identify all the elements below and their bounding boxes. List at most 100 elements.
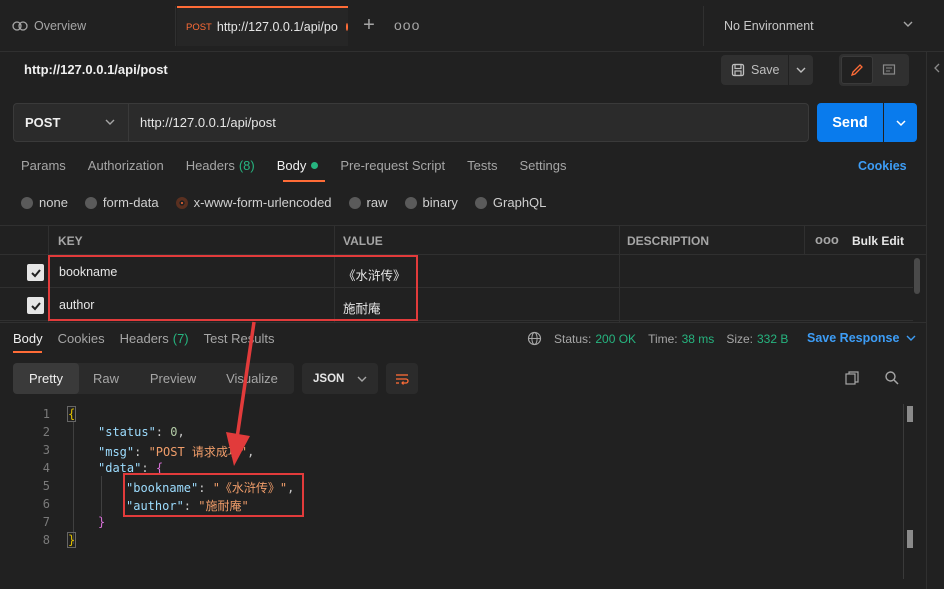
radio-raw-label: raw <box>366 195 388 210</box>
radio-raw[interactable]: raw <box>348 195 388 210</box>
line-number: 7 <box>42 515 50 529</box>
request-title[interactable]: http://127.0.0.1/api/post <box>24 62 168 77</box>
radio-binary[interactable]: binary <box>404 195 458 210</box>
docs-mode-button[interactable] <box>873 56 905 84</box>
body-type-radios: none form-data x-www-form-urlencoded raw… <box>21 195 563 210</box>
new-tab-plus-icon[interactable]: + <box>358 14 380 36</box>
table-more-icon[interactable]: ooo <box>815 232 839 247</box>
radio-graphql-label: GraphQL <box>492 195 547 210</box>
table-scrollbar[interactable] <box>914 258 920 294</box>
tab-settings[interactable]: Settings <box>519 158 566 173</box>
headers-count: (8) <box>238 158 255 173</box>
line-number: 6 <box>42 497 50 511</box>
body-active-dot-icon <box>311 162 319 169</box>
resp-headers-label: Headers <box>119 331 169 346</box>
tab-pre-request-script[interactable]: Pre-request Script <box>340 158 445 173</box>
row-checkbox[interactable] <box>27 297 44 314</box>
tab-tests[interactable]: Tests <box>467 158 497 173</box>
chevron-left-icon[interactable] <box>932 62 942 74</box>
code-inner-close: } <box>98 515 106 529</box>
resp-tab-body[interactable]: Body <box>13 331 43 346</box>
line-number: 4 <box>42 461 50 475</box>
code-open-brace: { <box>66 406 77 422</box>
view-preview[interactable]: Preview <box>133 363 213 394</box>
tab-body-label: Body <box>276 158 307 173</box>
edit-mode-button[interactable] <box>841 56 873 84</box>
edit-docs-toggle <box>839 54 909 86</box>
line-number: 2 <box>42 425 50 439</box>
size-label: Size: <box>726 331 753 346</box>
code-scrollbar-thumb[interactable] <box>907 530 913 548</box>
status-label: Status: <box>554 331 592 346</box>
radio-none[interactable]: none <box>21 195 68 210</box>
save-button[interactable]: Save <box>721 55 813 85</box>
radio-urlencoded-label: x-www-form-urlencoded <box>193 195 332 210</box>
globe-icon[interactable] <box>527 331 542 346</box>
chevron-down-icon <box>895 119 906 126</box>
column-description: DESCRIPTION <box>627 234 710 248</box>
radio-urlencoded[interactable]: x-www-form-urlencoded <box>175 195 332 210</box>
radio-graphql[interactable]: GraphQL <box>474 195 547 210</box>
line-number: 1 <box>42 407 50 421</box>
url-input[interactable] <box>129 103 809 142</box>
save-response-button[interactable]: Save Response <box>807 331 917 345</box>
code-status-key: "status" <box>98 425 156 439</box>
environment-label: No Environment <box>724 19 814 33</box>
unsaved-dot-icon <box>345 23 348 31</box>
indent-guide <box>101 476 102 516</box>
search-icon[interactable] <box>884 370 900 389</box>
body-tab-underline <box>283 180 325 182</box>
send-button[interactable]: Send <box>817 103 883 142</box>
wrap-lines-button[interactable] <box>386 363 418 394</box>
code-msg-key: "msg" <box>98 445 135 459</box>
radio-circle <box>348 196 361 209</box>
code-line-status: "status": 0, <box>98 425 185 439</box>
tab-more-icon[interactable]: ooo <box>394 14 420 36</box>
checkmark-icon <box>30 268 41 277</box>
bulk-edit-button[interactable]: Bulk Edit <box>852 234 904 248</box>
code-scrollbar-thumb[interactable] <box>907 406 913 422</box>
column-key: KEY <box>58 234 83 248</box>
copy-icon[interactable] <box>844 370 860 389</box>
method-label: POST <box>25 115 61 130</box>
tab-overview[interactable]: Overview <box>0 6 176 46</box>
radio-form-data[interactable]: form-data <box>84 195 159 210</box>
pencil-icon <box>850 64 863 77</box>
time-value: 38 ms <box>681 331 715 346</box>
size-value: 332 B <box>757 331 789 346</box>
tab-request-label: http://127.0.0.1/api/po <box>216 20 338 34</box>
request-tabs: Params Authorization Headers (8) Body Pre… <box>21 158 588 173</box>
tab-params[interactable]: Params <box>21 158 66 173</box>
save-dropdown[interactable] <box>789 64 813 76</box>
format-label: JSON <box>313 372 345 385</box>
save-button-label: Save <box>751 63 780 77</box>
radio-circle <box>21 196 33 209</box>
chevron-down-icon <box>796 67 806 73</box>
radio-circle <box>474 196 487 209</box>
cookies-link[interactable]: Cookies <box>858 159 907 173</box>
view-pretty[interactable]: Pretty <box>13 363 79 394</box>
tab-method-label: POST <box>186 21 212 33</box>
resp-tab-cookies[interactable]: Cookies <box>58 331 105 346</box>
radio-circle-selected <box>175 196 188 209</box>
method-select[interactable]: POST <box>13 103 129 142</box>
column-divider <box>804 225 805 255</box>
line-number: 5 <box>42 479 50 493</box>
tab-active-request[interactable]: POST http://127.0.0.1/api/po <box>177 6 348 46</box>
code-scroll-track <box>903 404 904 579</box>
view-raw[interactable]: Raw <box>79 363 133 394</box>
tab-headers-label: Headers <box>185 158 235 173</box>
tab-authorization[interactable]: Authorization <box>88 158 164 173</box>
format-select[interactable]: JSON <box>302 363 378 394</box>
row-checkbox[interactable] <box>27 264 44 281</box>
annotation-arrow-icon <box>226 321 256 466</box>
environment-select[interactable]: No Environment <box>703 6 926 46</box>
tab-headers[interactable]: Headers (8) <box>186 158 255 173</box>
radio-binary-label: binary <box>422 195 458 210</box>
line-number: 8 <box>42 533 50 547</box>
tab-body[interactable]: Body <box>277 158 319 173</box>
code-status-value: 0 <box>170 425 178 439</box>
chevron-down-icon <box>903 21 913 27</box>
send-dropdown[interactable] <box>884 103 917 142</box>
resp-tab-headers[interactable]: Headers (7) <box>120 331 189 346</box>
